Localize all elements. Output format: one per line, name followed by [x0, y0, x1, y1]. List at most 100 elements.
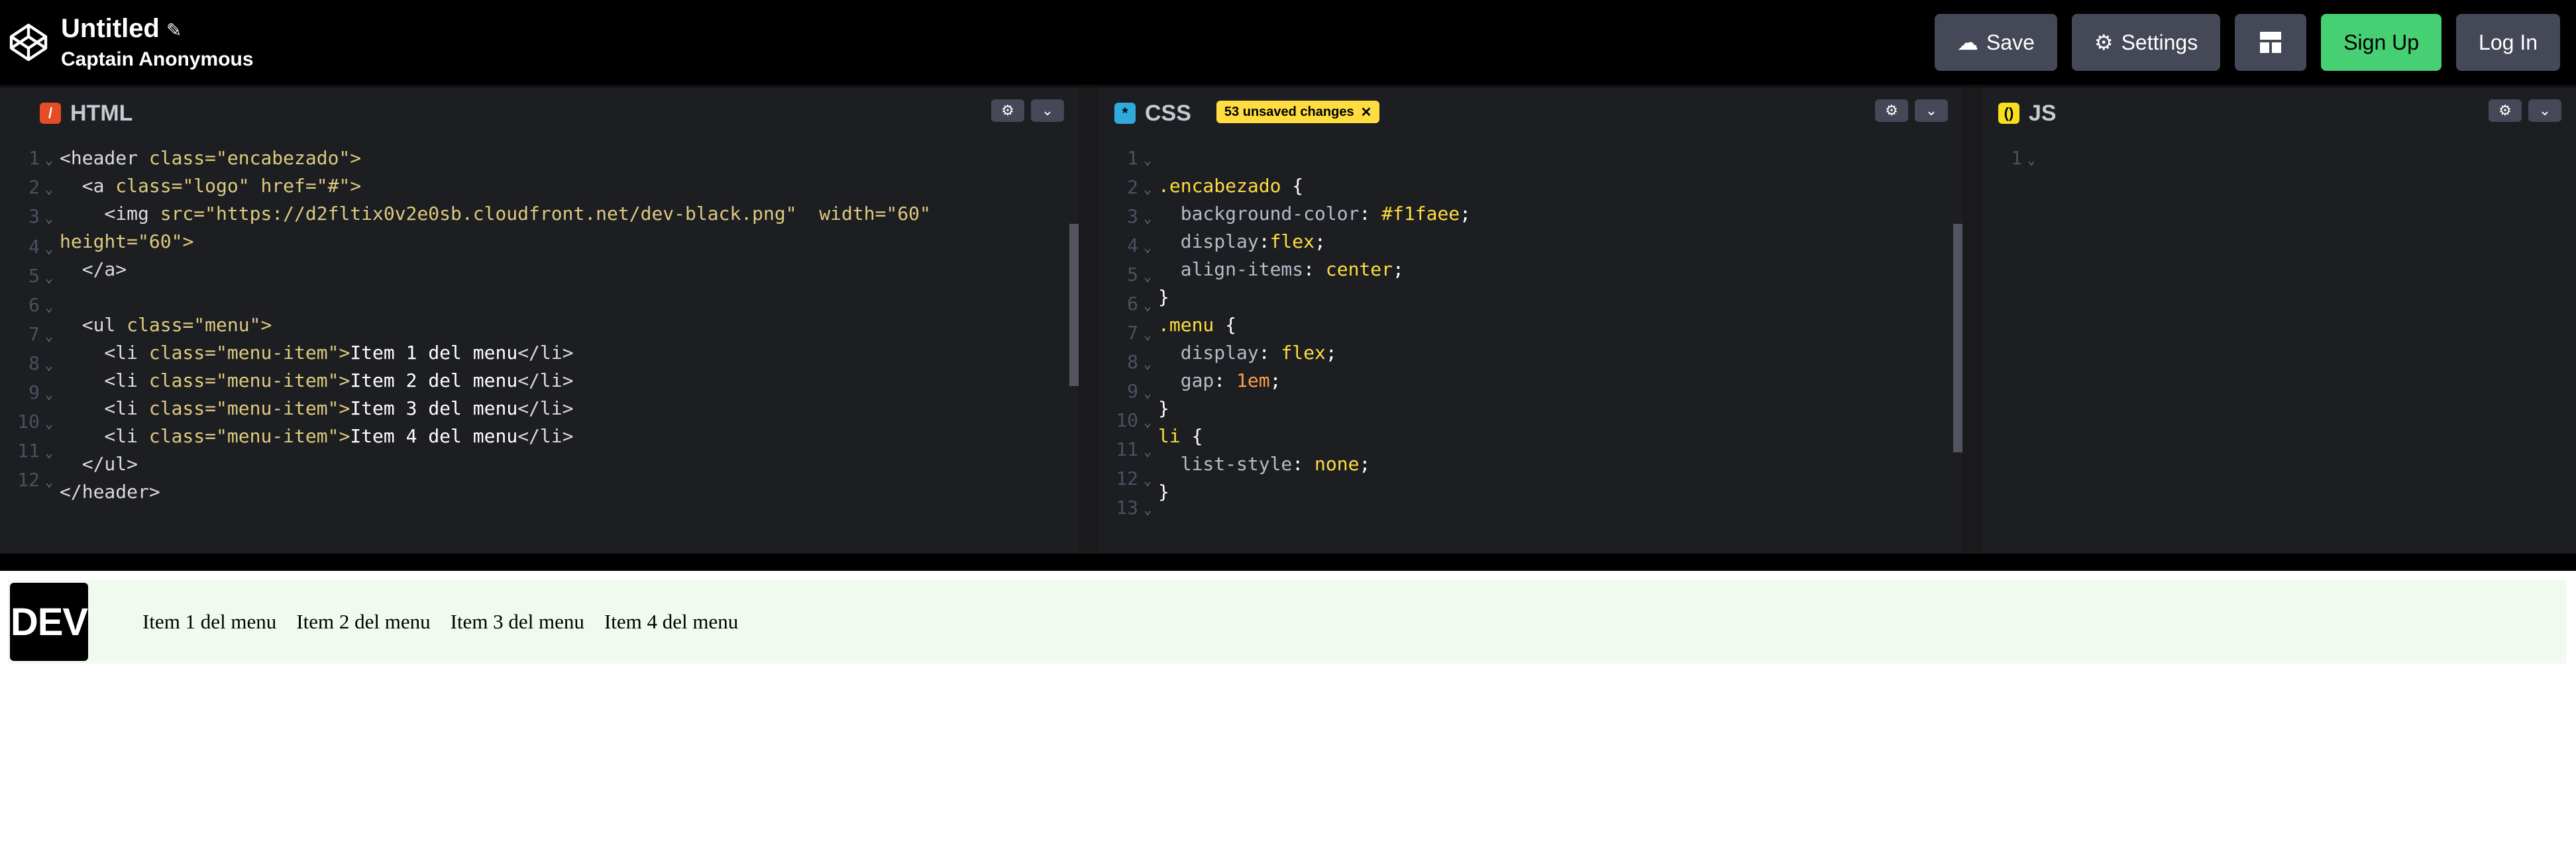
css-editor-pane: * CSS 53 unsaved changes ✕ ⚙ ⌄ 1 ⌄ 2 ⌄ 3 ⌄ 4 ⌄ 5… — [1099, 87, 1982, 552]
code-token: <img — [60, 203, 160, 225]
preview-menu-item[interactable]: Item 4 del menu — [604, 610, 738, 634]
code-line: <img src="https://d2fltix0v2e0sb.cloudfr… — [60, 200, 1065, 228]
tab-css[interactable]: * CSS — [1099, 87, 1211, 139]
fold-icon[interactable]: ⌄ — [1144, 408, 1152, 436]
fold-icon[interactable]: ⌄ — [1144, 379, 1152, 407]
preview-header: DEV Item 1 del menu Item 2 del menu Item 3… — [8, 580, 2567, 664]
fold-icon[interactable]: ⌄ — [1144, 321, 1152, 348]
pen-title[interactable]: Untitled — [61, 15, 160, 42]
js-code[interactable]: 1 ⌄ — [1982, 139, 2576, 552]
edit-pencil-icon[interactable]: ✎ — [166, 20, 182, 40]
code-line: .encabezado { — [1158, 172, 1949, 200]
dev-logo[interactable]: DEV — [10, 583, 88, 661]
css-scrollbar[interactable] — [1953, 224, 1962, 452]
js-collapse-icon[interactable]: ⌄ — [2528, 99, 2561, 122]
css-code[interactable]: 1 ⌄ 2 ⌄ 3 ⌄ 4 ⌄ 5 ⌄ 6 ⌄ 7 ⌄ 8 ⌄ 9 ⌄ 10 ⌄ 11 ⌄ 12 ⌄ 13 ⌄ .encabeza… — [1099, 139, 1962, 552]
code-token: background-color — [1158, 203, 1360, 225]
fold-icon[interactable]: ⌄ — [1144, 437, 1152, 465]
unsaved-badge[interactable]: 53 unsaved changes ✕ — [1216, 101, 1380, 123]
line-number-text: 8 — [28, 352, 40, 374]
html-pane-header: / HTML ⚙ ⌄ — [0, 87, 1079, 139]
code-token: ="60"> — [127, 230, 194, 252]
code-token: Item 2 del menu — [350, 370, 518, 391]
code-token: { — [1191, 425, 1203, 447]
fold-icon[interactable]: ⌄ — [45, 322, 53, 350]
html-settings-icon[interactable]: ⚙ — [991, 99, 1024, 122]
fold-icon[interactable]: ⌄ — [1144, 233, 1152, 261]
fold-icon[interactable]: ⌄ — [45, 351, 53, 379]
fold-icon[interactable]: ⌄ — [45, 380, 53, 408]
log-in-button[interactable]: Log In — [2456, 14, 2560, 71]
line-number-text: 3 — [28, 205, 40, 227]
tab-js[interactable]: () JS — [1982, 87, 2076, 139]
html-collapse-icon[interactable]: ⌄ — [1031, 99, 1064, 122]
html-icon: / — [40, 103, 61, 124]
html-scrollbar[interactable] — [1069, 224, 1079, 386]
code-token: ="menu-item"> — [205, 370, 350, 391]
preview-menu-item[interactable]: Item 1 del menu — [142, 610, 276, 634]
codepen-logo[interactable] — [8, 22, 49, 63]
fold-icon[interactable]: ⌄ — [45, 409, 53, 437]
preview-divider[interactable] — [0, 552, 2576, 571]
save-label: Save — [1986, 30, 2035, 54]
code-token: href — [260, 175, 305, 197]
code-token: #f1faee — [1381, 203, 1460, 225]
sign-up-button[interactable]: Sign Up — [2321, 14, 2442, 71]
preview-menu-item[interactable]: Item 3 del menu — [451, 610, 584, 634]
fold-icon[interactable]: ⌄ — [1144, 291, 1152, 319]
css-gutter: 1 ⌄ 2 ⌄ 3 ⌄ 4 ⌄ 5 ⌄ 6 ⌄ 7 ⌄ 8 ⌄ 9 ⌄ 10 ⌄ 11 ⌄ 12 ⌄ 13 ⌄ — [1099, 144, 1158, 523]
fold-icon[interactable]: ⌄ — [1144, 495, 1152, 523]
code-token: } — [1158, 481, 1169, 503]
brand: Untitled ✎ Captain Anonymous — [8, 15, 254, 70]
code-token: flex — [1281, 342, 1326, 364]
fold-icon[interactable]: ⌄ — [45, 468, 53, 495]
fold-icon[interactable]: ⌄ — [45, 146, 53, 174]
fold-icon[interactable]: ⌄ — [45, 204, 53, 232]
code-token: class — [148, 342, 205, 364]
tab-html[interactable]: / HTML — [24, 87, 153, 139]
line-number: 7 ⌄ — [0, 321, 60, 350]
code-token: ; — [1359, 453, 1371, 475]
code-token: height — [60, 230, 127, 252]
settings-label: Settings — [2121, 30, 2198, 54]
css-settings-icon[interactable]: ⚙ — [1875, 99, 1908, 122]
fold-icon[interactable]: ⌄ — [45, 438, 53, 466]
line-number-text: 1 — [1127, 147, 1138, 169]
css-icon: * — [1114, 103, 1136, 124]
css-collapse-icon[interactable]: ⌄ — [1915, 99, 1948, 122]
fold-icon[interactable]: ⌄ — [1144, 146, 1152, 174]
code-token: display — [1158, 230, 1259, 252]
code-token: </li> — [517, 370, 574, 391]
fold-icon[interactable]: ⌄ — [1144, 350, 1152, 377]
fold-icon[interactable]: ⌄ — [1144, 262, 1152, 290]
preview-menu: Item 1 del menu Item 2 del menu Item 3 del… — [142, 610, 738, 634]
layout-button[interactable] — [2235, 14, 2307, 71]
title-row: Untitled ✎ — [61, 15, 254, 42]
js-pane-controls: ⚙ ⌄ — [2489, 99, 2561, 122]
line-number-text: 5 — [28, 265, 40, 287]
js-settings-icon[interactable]: ⚙ — [2489, 99, 2522, 122]
code-line: <li class="menu-item">Item 1 del menu</l… — [60, 339, 1065, 367]
close-icon[interactable]: ✕ — [1361, 104, 1372, 121]
code-token: { — [1225, 314, 1237, 336]
code-token: Item 1 del menu — [350, 342, 518, 364]
fold-icon[interactable]: ⌄ — [45, 293, 53, 321]
code-token: ="menu-item"> — [205, 397, 350, 419]
fold-icon[interactable]: ⌄ — [1144, 466, 1152, 494]
code-line: display: flex; — [1158, 339, 1949, 367]
fold-icon[interactable]: ⌄ — [45, 264, 53, 291]
line-number-text: 9 — [28, 381, 40, 403]
settings-button[interactable]: ⚙ Settings — [2071, 14, 2221, 71]
code-token: list-style — [1158, 453, 1293, 475]
html-code[interactable]: 1 ⌄ 2 ⌄ 3 ⌄ 4 ⌄ 5 ⌄ 6 ⌄ 7 ⌄ 8 ⌄ 9 ⌄ 10 ⌄ 11 ⌄ 12 ⌄ <header clas… — [0, 139, 1079, 552]
code-token: </li> — [517, 425, 574, 447]
fold-icon[interactable]: ⌄ — [2027, 146, 2035, 174]
fold-icon[interactable]: ⌄ — [1144, 204, 1152, 232]
preview-menu-item[interactable]: Item 2 del menu — [296, 610, 430, 634]
fold-icon[interactable]: ⌄ — [1144, 175, 1152, 203]
code-token: class — [148, 425, 205, 447]
save-button[interactable]: ☁ Save — [1934, 14, 2057, 71]
fold-icon[interactable]: ⌄ — [45, 175, 53, 203]
code-token: width — [819, 203, 875, 225]
fold-icon[interactable]: ⌄ — [45, 234, 53, 262]
